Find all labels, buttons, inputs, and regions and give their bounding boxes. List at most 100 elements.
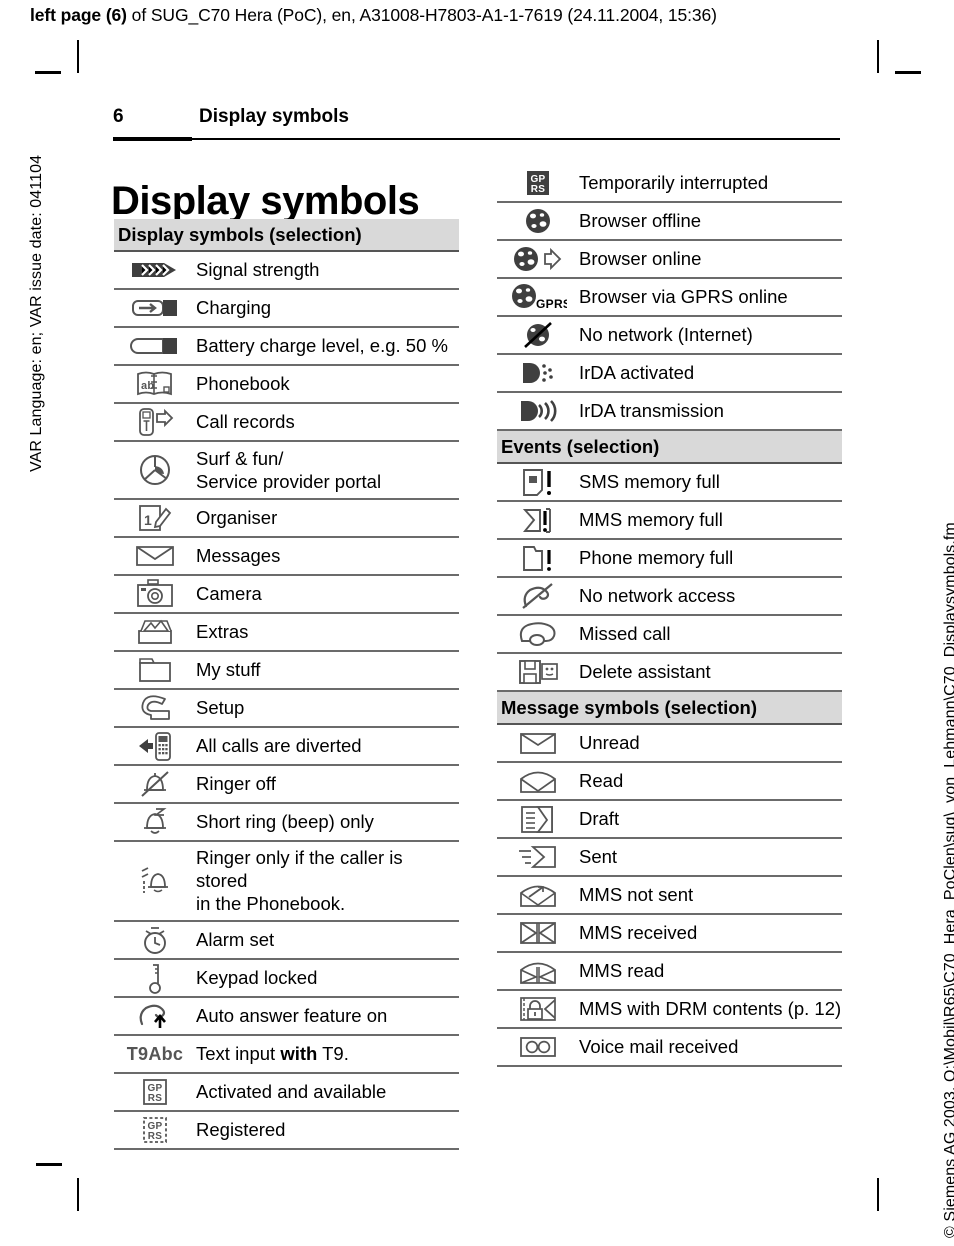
camera-icon [134, 578, 176, 610]
symbol-icon-cell [114, 924, 196, 956]
mms-received-icon [516, 919, 560, 947]
symbol-description: Organiser [196, 507, 278, 528]
symbol-row: Missed call [497, 616, 842, 654]
running-head: left page (6) of SUG_C70 Hera (PoC), en,… [30, 5, 717, 26]
symbol-row: No network access [497, 578, 842, 616]
my-stuff-icon [135, 655, 175, 685]
symbol-description: MMS memory full [579, 509, 723, 530]
symbol-row: GP RS Registered [114, 1112, 459, 1150]
symbol-row: Ringer off [114, 766, 459, 804]
symbol-description: MMS read [579, 960, 665, 981]
symbol-description: Activated and available [196, 1081, 387, 1102]
phone-memory-full-icon [518, 542, 558, 574]
folio-rule-thick [113, 137, 192, 141]
auto-answer-icon [136, 1000, 174, 1032]
symbol-table-right-column: GP RS Temporarily interrupted Browser off… [497, 165, 842, 1067]
read-icon [516, 766, 560, 796]
gprs-interrupted-icon: GP RS [520, 167, 556, 199]
symbol-icon-cell [497, 1034, 579, 1060]
symbol-row: Call records [114, 404, 459, 442]
symbol-row: My stuff [114, 652, 459, 690]
symbol-icon-cell [114, 578, 196, 610]
symbol-row: Sent [497, 839, 842, 877]
symbol-row: No network (Internet) [497, 317, 842, 355]
symbol-description: IrDA activated [579, 362, 695, 383]
no-network-access-icon [518, 580, 558, 612]
battery-level-icon [130, 335, 180, 357]
symbol-row: Surf & fun/Service provider portal [114, 442, 459, 500]
svg-text:RS: RS [148, 1131, 163, 1142]
symbol-description: IrDA transmission [579, 400, 724, 421]
symbol-description: SMS memory full [579, 471, 720, 492]
missed-call-icon [516, 619, 560, 649]
symbol-description: Messages [196, 545, 281, 566]
symbol-row: IrDA transmission [497, 393, 842, 431]
symbol-icon-cell: T9Abc [114, 1044, 196, 1065]
symbol-description: No network access [579, 585, 736, 606]
extras-icon [134, 617, 176, 647]
symbol-row: GPRS Browser via GPRS online [497, 279, 842, 317]
symbol-icon-cell: GP RS [114, 1114, 196, 1146]
alarm-set-icon [138, 924, 172, 956]
symbol-description: Browser via GPRS online [579, 286, 788, 307]
symbol-description: Setup [196, 697, 245, 718]
symbol-description: Missed call [579, 623, 671, 644]
symbol-row: Camera [114, 576, 459, 614]
symbol-icon-cell [497, 956, 579, 986]
browser-gprs-online-icon: GPRS [509, 282, 567, 312]
t9abc-icon: T9Abc [126, 1043, 184, 1064]
svg-text:ab: ab [141, 380, 154, 392]
symbol-row: Ringer only if the caller is stored in th… [114, 842, 459, 922]
crop-mark-bottom-right [877, 1178, 879, 1211]
symbol-icon-cell [497, 880, 579, 910]
symbol-row: T9Abc Text input with T9. [114, 1036, 459, 1074]
symbol-icon-cell [114, 806, 196, 838]
symbol-description: Ringer only if the caller is stored in th… [196, 847, 403, 914]
symbol-row: Signal strength [114, 252, 459, 290]
symbol-description: Charging [196, 297, 272, 318]
charging-icon [130, 297, 180, 319]
symbol-row: Delete assistant [497, 654, 842, 692]
symbol-icon-cell [497, 504, 579, 536]
symbol-row: MMS not sent [497, 877, 842, 915]
symbol-description: Signal strength [196, 259, 320, 280]
messages-icon [133, 542, 177, 570]
phonebook-icon: ab [134, 368, 176, 400]
symbol-icon-cell [114, 865, 196, 897]
svg-text:1: 1 [144, 512, 152, 528]
symbol-icon-cell [114, 542, 196, 570]
symbol-row: 1 Organiser [114, 500, 459, 538]
organiser-icon: 1 [136, 502, 174, 534]
symbol-description: MMS received [579, 922, 698, 943]
symbol-description: Call records [196, 411, 295, 432]
symbol-description: Battery charge level, e.g. 50 % [196, 335, 448, 356]
mms-memory-full-icon [518, 504, 558, 536]
browser-offline-icon [521, 206, 555, 236]
symbol-icon-cell: GPRS [497, 282, 579, 312]
symbol-icon-cell [497, 466, 579, 498]
symbol-description: Read [579, 770, 624, 791]
symbol-row: Alarm set [114, 922, 459, 960]
symbol-description: Browser offline [579, 210, 702, 231]
symbol-row: MMS read [497, 953, 842, 991]
browser-online-icon [511, 244, 565, 274]
symbol-description: Surf & fun/Service provider portal [196, 447, 382, 492]
symbol-icon-cell [114, 297, 196, 319]
symbol-icon-cell: GP RS [497, 167, 579, 199]
voice-mail-icon [516, 1034, 560, 1060]
symbol-row: Setup [114, 690, 459, 728]
call-divert-icon [135, 730, 175, 762]
symbol-row: Auto answer feature on [114, 998, 459, 1036]
symbol-row: GP RS Activated and available [114, 1074, 459, 1112]
symbol-row: Short ring (beep) only [114, 804, 459, 842]
svg-text:RS: RS [531, 184, 546, 195]
emphasis-text: with [280, 1043, 318, 1064]
symbol-icon-cell [114, 406, 196, 438]
symbol-row: All calls are diverted [114, 728, 459, 766]
symbol-description: Draft [579, 808, 620, 829]
symbol-description: Keypad locked [196, 967, 318, 988]
symbol-description: Sent [579, 846, 618, 867]
section-header: Display symbols (selection) [114, 219, 459, 252]
unread-icon [516, 729, 560, 757]
symbol-row: Charging [114, 290, 459, 328]
